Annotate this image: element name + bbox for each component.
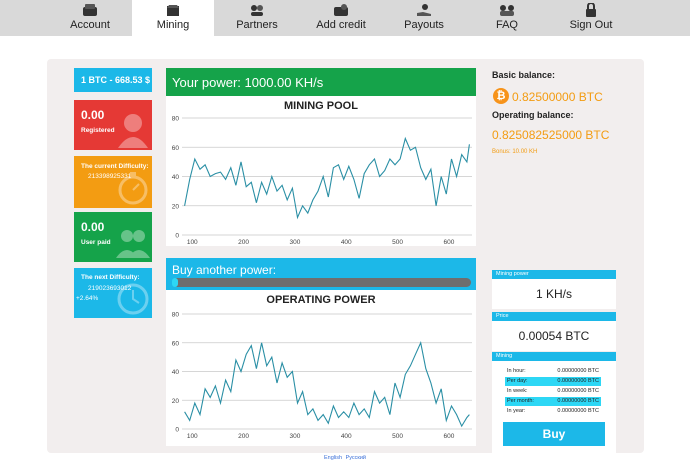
power-slider[interactable] <box>172 278 471 287</box>
payout-hand-icon <box>417 4 431 16</box>
user-paid-value: 0.00 <box>81 220 105 234</box>
buy-power-title: Buy another power: <box>172 263 277 277</box>
nav-label-mining: Mining <box>156 19 190 31</box>
rate-row-year: In year: 0.00000000 BTC <box>505 407 601 416</box>
x-tick-label: 600 <box>443 433 454 440</box>
x-tick-label: 400 <box>341 239 352 246</box>
next-difficulty-tile: The next Difficulty: 219023693012 +2.64% <box>74 268 152 318</box>
series-line <box>184 341 470 428</box>
y-tick-label: 0 <box>175 233 179 240</box>
nav-item-add-credit[interactable]: Add credit <box>300 0 382 36</box>
y-tick-label: 20 <box>172 203 180 210</box>
rate-period: In year: <box>507 408 526 414</box>
x-tick-label: 200 <box>238 433 249 440</box>
btc-rate-tile: 1 BTC - 668.53 $ <box>74 68 152 92</box>
pickaxe-icon <box>167 5 179 16</box>
x-tick-label: 300 <box>289 433 300 440</box>
next-difficulty-label: The next Difficulty: <box>81 274 140 281</box>
rate-value: 0.00000000 BTC <box>557 398 599 404</box>
x-tick-label: 600 <box>443 239 454 246</box>
add-credit-icon <box>334 4 348 16</box>
rate-value: 0.00000000 BTC <box>557 368 599 374</box>
rate-row-hour: In hour: 0.00000000 BTC <box>505 367 601 376</box>
user-paid-tile: 0.00 User paid <box>74 212 152 262</box>
y-tick-label: 60 <box>172 340 180 347</box>
operating-balance-value: 0.825082525000 BTC <box>492 128 610 142</box>
partners-icon <box>251 5 263 16</box>
price-value: 0.00054 BTC <box>492 321 616 351</box>
mining-power-value: 1 KH/s <box>492 279 616 309</box>
user-icon <box>118 114 148 148</box>
current-difficulty-tile: The current Difficulty: 213398925331 <box>74 156 152 208</box>
user-paid-label: User paid <box>81 239 111 246</box>
rate-row-month: Per month: 0.00000000 BTC <box>505 397 601 406</box>
nav-item-mining[interactable]: Mining <box>132 0 214 36</box>
rate-row-week: In week: 0.00000000 BTC <box>505 387 601 396</box>
x-tick-label: 500 <box>392 433 403 440</box>
basic-balance-value: 0.82500000 BTC <box>512 90 603 104</box>
operating-balance-label: Operating balance: <box>492 110 574 120</box>
current-difficulty-label: The current Difficulty: <box>81 163 149 170</box>
y-tick-label: 40 <box>172 174 180 181</box>
bonus-text: Bonus: 10.00 KH <box>492 149 538 155</box>
nav-item-account[interactable]: Account <box>52 0 128 36</box>
x-tick-label: 400 <box>341 433 352 440</box>
nav-label-payouts: Payouts <box>404 19 444 31</box>
rate-value: 0.00000000 BTC <box>557 388 599 394</box>
y-tick-label: 80 <box>172 312 180 319</box>
nav-item-faq[interactable]: FAQ <box>474 0 540 36</box>
nav-label-sign-out: Sign Out <box>569 19 613 31</box>
y-tick-label: 0 <box>175 427 179 434</box>
your-power-title: Your power: 1000.00 KH/s <box>172 75 324 90</box>
next-difficulty-change: +2.64% <box>76 295 99 302</box>
mining-power-header: Mining power <box>492 270 616 279</box>
mining-pool-plot: 0 20 40 60 80 100 200 300 400 500 600 <box>172 116 472 246</box>
nav-label-add-credit: Add credit <box>316 19 366 31</box>
buy-button[interactable]: Buy <box>503 422 605 446</box>
rate-period: Per month: <box>507 398 534 404</box>
price-header: Price <box>492 312 616 321</box>
bitcoin-icon: ₿ <box>493 88 509 104</box>
rate-value: 0.00000000 BTC <box>557 408 599 414</box>
users-icon <box>116 230 150 258</box>
current-difficulty-value: 213398925331 <box>88 173 132 180</box>
registered-tile: 0.00 Registered <box>74 100 152 150</box>
x-tick-label: 200 <box>238 239 249 246</box>
nav-label-account: Account <box>70 19 110 31</box>
x-tick-label: 100 <box>187 239 198 246</box>
x-tick-label: 300 <box>289 239 300 246</box>
lock-icon <box>586 3 596 17</box>
y-tick-label: 20 <box>172 398 180 405</box>
rate-value: 0.00000000 BTC <box>557 378 599 384</box>
x-tick-label: 500 <box>392 239 403 246</box>
nav-item-partners[interactable]: Partners <box>220 0 294 36</box>
registered-label: Registered <box>81 127 115 134</box>
mining-header: Mining <box>492 352 616 361</box>
lang-english-link[interactable]: English <box>324 455 342 461</box>
power-slider-fill[interactable] <box>172 278 178 287</box>
top-nav: Account Mining Partners Add credit Payou… <box>0 0 690 36</box>
lang-russian-link[interactable]: Русский <box>346 455 366 461</box>
faq-icon <box>500 5 514 16</box>
rate-period: In hour: <box>507 368 526 374</box>
y-tick-label: 80 <box>172 116 180 123</box>
rate-period: In week: <box>507 388 528 394</box>
basic-balance-label: Basic balance: <box>492 70 556 80</box>
rate-period: Per day: <box>507 378 528 384</box>
registered-value: 0.00 <box>81 108 105 122</box>
y-tick-label: 40 <box>172 369 180 376</box>
operating-power-plot: 0 20 40 60 80 100 200 300 400 500 600 <box>172 312 472 440</box>
y-tick-label: 60 <box>172 145 180 152</box>
language-switcher: English Русский <box>0 455 690 461</box>
your-power-bar: Your power: 1000.00 KH/s <box>166 68 476 96</box>
next-difficulty-value: 219023693012 <box>88 285 132 292</box>
nav-item-sign-out[interactable]: Sign Out <box>556 0 626 36</box>
x-tick-label: 100 <box>187 433 198 440</box>
nav-item-payouts[interactable]: Payouts <box>390 0 458 36</box>
btc-rate: 1 BTC - 668.53 $ <box>81 75 151 85</box>
rate-row-day: Per day: 0.00000000 BTC <box>505 377 601 386</box>
nav-label-faq: FAQ <box>495 19 518 31</box>
nav-label-partners: Partners <box>236 19 278 31</box>
wallet-icon <box>83 4 97 16</box>
